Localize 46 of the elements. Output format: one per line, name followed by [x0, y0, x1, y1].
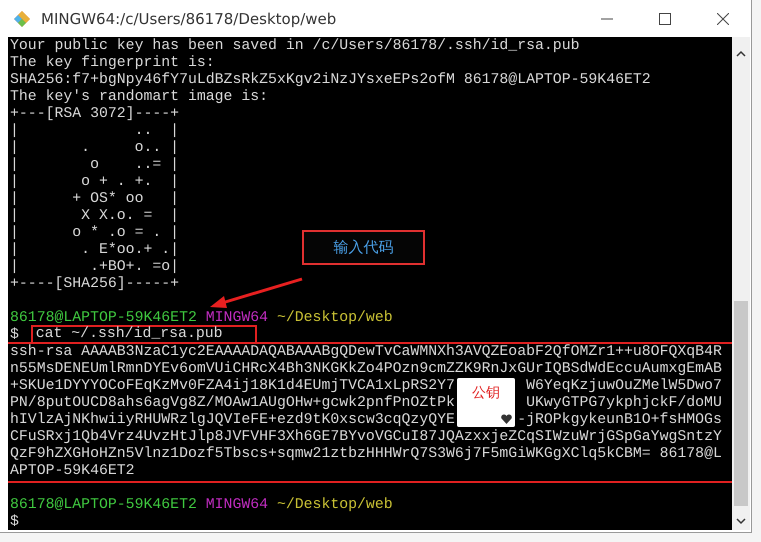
close-icon — [717, 12, 729, 24]
terminal-line: QzF9hZXGHoHZn5Vlnz1Dozf5Tbscs+sqmw21ztbzHHHWrQ7S3W6j7F5mGiWKGgXClq5kCBM= 86178@L — [10, 446, 722, 460]
highlighted-command: cat ~/.ssh/id_rsa.pub — [30, 325, 257, 344]
terminal-line: +---[RSA 3072]----+ — [10, 106, 180, 120]
prompt-user-host: 86178@LAPTOP-59K46ET2 — [10, 498, 197, 512]
terminal-line: | o + . +. | — [10, 174, 180, 188]
maximize-icon — [659, 12, 671, 24]
annotation-callout: 公钥 — [457, 378, 515, 427]
terminal-line: -jROPkgykeunB1O+fsHMOGs — [517, 412, 722, 426]
annotation-label: 输入代码 — [302, 230, 425, 265]
terminal-line: The key's randomart image is: — [10, 90, 268, 104]
prompt-shell-name: MINGW64 — [206, 310, 268, 324]
terminal-line: +SKUe1DYYYOCoFEqKzMv0FZA4ij18K1d4EUmjTVCA1xLpRS2Y7 — [10, 378, 455, 392]
heart-icon — [501, 414, 512, 424]
terminal-line: | . E*oo.+ .| — [10, 242, 180, 256]
terminal-line: SHA256:f7+bgNpy46fY7uLdBZsRkZ5xKgv2iNzJYsxeEPs2ofM 86178@LAPTOP-59K46ET2 — [10, 72, 651, 86]
scroll-up-icon[interactable] — [736, 49, 746, 59]
scroll-thumb[interactable] — [734, 301, 748, 506]
terminal-line: | o ..= | — [10, 158, 180, 172]
terminal-line: | .+BO+. =o| — [10, 260, 180, 274]
terminal-line: ssh-rsa AAAAB3NzaC1yc2EAAAADAQABAAABgQDewTvCaWMNXh3AVQZEoabF2QfOMZr1++u8OFQXqB4R — [10, 344, 722, 358]
prompt-path: ~/Desktop/web — [276, 310, 393, 324]
terminal-line: UKwyGTPG7ykphjckF/doMU — [526, 396, 722, 410]
scrollbar[interactable] — [732, 37, 750, 530]
terminal-line: CFuSRxj1Qb4Vrz4UvzHtJlp8JVFVHF3Xh6GE7BYvoVGCuI87JQAzxxjeZCqSIWzuWrjGSpGaYwgSntzY — [10, 430, 722, 444]
terminal-line: PN/8putOUCD8ahs6agVg8Z/MOAw1AUgOHw+gcwk2pnfPnOZtPk — [10, 396, 455, 410]
terminal-line: | o * .o = . | — [10, 226, 180, 240]
terminal-line: | . o.. | — [10, 140, 180, 154]
terminal-line: APTOP-59K46ET2 — [10, 464, 135, 478]
prompt-symbol: $ — [10, 328, 19, 342]
terminal-line: | .. | — [10, 124, 180, 138]
terminal-line: n55MsDENEUmlRmnDYEv6omVUiCHRcX4Bh3NKGKkZo4POzn9cmZZK9RnJxGUrIQBSdWdEccuAumxgEmAB — [10, 362, 722, 376]
scroll-down-icon[interactable] — [736, 516, 746, 526]
terminal-line: hIVlzAjNKhwiiyRHUWRzlgJQVIeFE+ezd9tK0xscw3cqQzyQYE — [10, 412, 455, 426]
window-title: MINGW64:/c/Users/86178/Desktop/web — [41, 10, 338, 28]
terminal-line: W6YeqKzjuwOuZMelW5Dwo7 — [526, 378, 722, 392]
terminal-line: | X X.o. = | — [10, 208, 180, 222]
prompt-shell-name: MINGW64 — [206, 498, 268, 512]
terminal-line: The key fingerprint is: — [10, 56, 215, 70]
prompt-symbol: $ — [10, 514, 19, 528]
terminal-line: | + OS* oo | — [10, 192, 180, 206]
app-logo-icon — [13, 10, 31, 28]
prompt-path: ~/Desktop/web — [276, 498, 393, 512]
terminal-line: Your public key has been saved in /c/Users/86178/.ssh/id_rsa.pub — [10, 38, 580, 52]
prompt-user-host: 86178@LAPTOP-59K46ET2 — [10, 310, 197, 324]
terminal-line: +----[SHA256]-----+ — [10, 276, 180, 290]
